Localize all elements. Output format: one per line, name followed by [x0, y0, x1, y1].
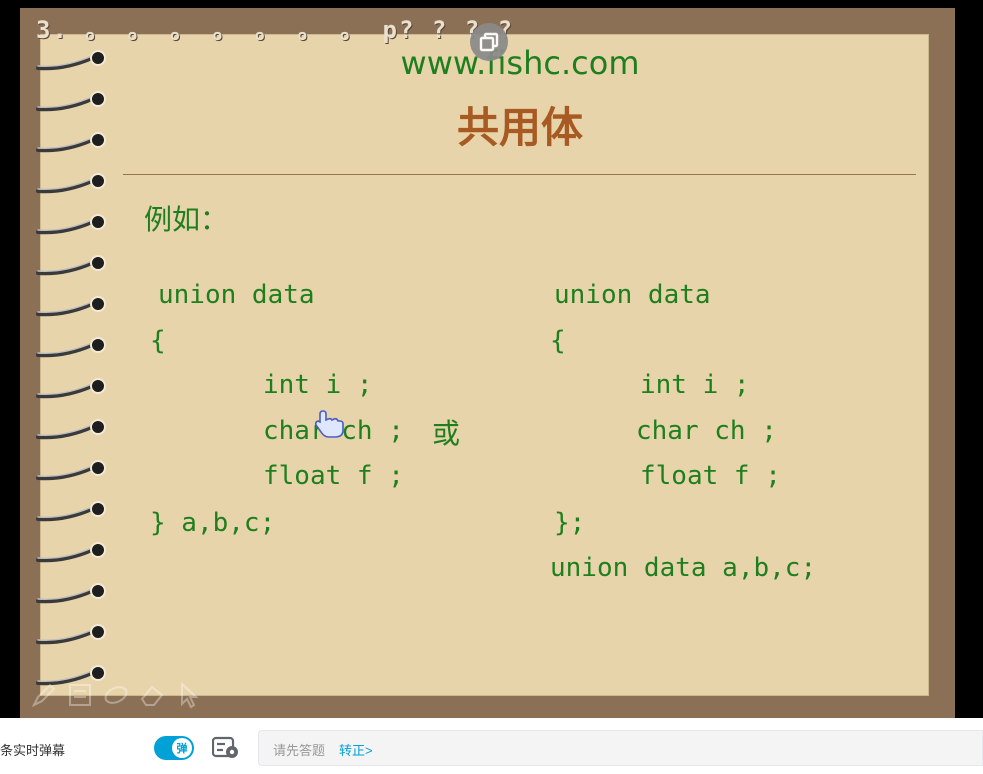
spiral-ring [36, 173, 106, 194]
or-word: 或 [432, 417, 461, 450]
spiral-ring [36, 378, 106, 399]
spiral-ring [36, 337, 106, 358]
spiral-ring [36, 132, 106, 153]
code-left-line3: int i ; [263, 370, 373, 400]
danmaku-count-label: 条实时弹幕 [0, 743, 66, 758]
site-url: www.fishc.com [400, 44, 640, 82]
code-right-line3: int i ; [640, 370, 750, 400]
danmaku-bar: 条实时弹幕 弹 请先答题 转正> [0, 718, 983, 774]
code-right-line4: char ch ; [636, 416, 777, 446]
code-right-line6: }; [554, 508, 586, 538]
code-right-line1: union data [554, 280, 711, 310]
spiral-ring [36, 419, 106, 440]
spiral-ring [36, 214, 106, 235]
spiral-ring [36, 460, 106, 481]
spiral-ring [36, 583, 106, 604]
spiral-ring [36, 501, 106, 522]
danmaku-toggle[interactable]: 弹 [154, 736, 194, 760]
hand-cursor-icon [314, 408, 348, 444]
highlighter-icon[interactable] [102, 681, 130, 709]
code-right-line7: union data a,b,c; [550, 553, 817, 583]
danmaku-input-placeholder: 请先答题 [273, 743, 326, 758]
board-icon[interactable] [66, 681, 94, 709]
spiral-ring [36, 91, 106, 112]
slide-heading: 共用体 [456, 103, 583, 152]
example-label: 例如： [144, 203, 229, 236]
danmaku-settings-icon[interactable] [212, 736, 240, 760]
danmaku-toggle-knob: 弹 [172, 738, 192, 758]
code-right-line2: { [550, 326, 566, 356]
spiral-ring [36, 255, 106, 276]
popout-button[interactable] [470, 23, 508, 61]
code-left-line5: float f ; [263, 461, 404, 491]
danmaku-input[interactable]: 请先答题 转正> [258, 730, 983, 766]
spiral-ring [36, 542, 106, 563]
video-player[interactable]: 3. 。 。 。 。 。 。 。 p? ? ? ? www.fishc.com … [0, 0, 983, 718]
divider [123, 174, 916, 175]
pointer-icon[interactable] [174, 681, 202, 709]
spiral-ring [36, 50, 106, 71]
code-right-line5: float f ; [640, 461, 781, 491]
code-left-line1: union data [158, 280, 315, 310]
code-left-line2: { [150, 326, 166, 356]
popout-icon [479, 32, 499, 52]
annotation-toolbar [30, 680, 202, 710]
pen-icon[interactable] [30, 681, 58, 709]
become-member-link[interactable]: 转正> [339, 740, 373, 759]
spiral-ring [36, 624, 106, 645]
eraser-icon[interactable] [138, 681, 166, 709]
code-left-line6: } a,b,c; [150, 508, 276, 538]
spiral-ring [36, 296, 106, 317]
slide-title: 3. 。 。 。 。 。 。 。 p? ? ? ? [36, 16, 515, 44]
